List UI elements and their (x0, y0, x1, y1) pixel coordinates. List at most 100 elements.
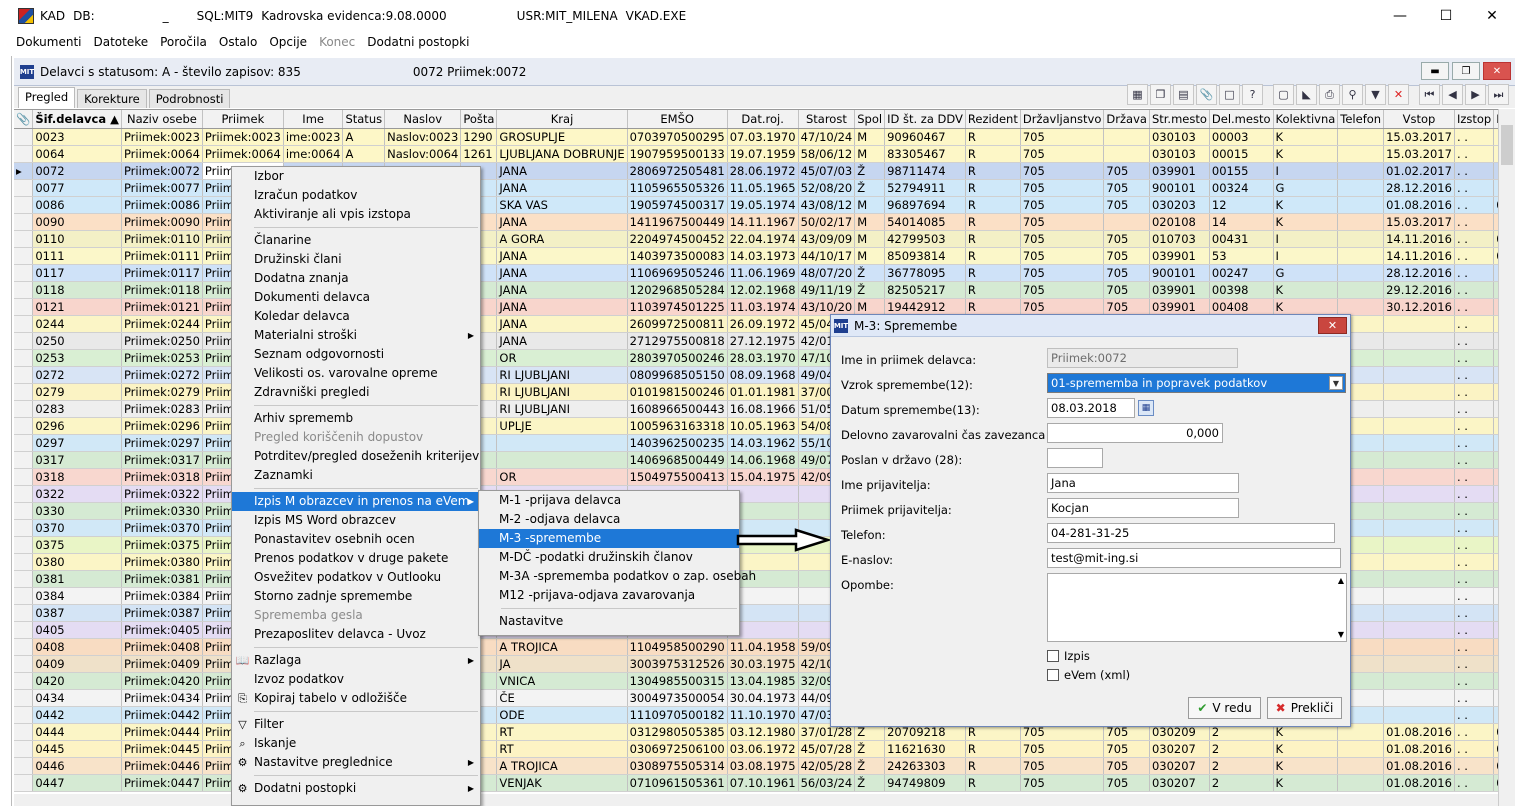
table-cell[interactable] (1383, 672, 1455, 690)
table-cell[interactable]: 900101 (1149, 179, 1210, 197)
table-cell[interactable]: ime:0023 (283, 128, 344, 146)
table-cell[interactable]: . . (1454, 621, 1495, 639)
table-cell[interactable]: 0118 (32, 281, 122, 299)
table-cell[interactable] (496, 434, 628, 452)
table-cell[interactable]: 0111 (32, 247, 122, 265)
table-cell[interactable]: 52/08/20 (798, 179, 856, 197)
table-cell[interactable]: K (1273, 774, 1339, 792)
table-cell[interactable]: M (854, 145, 886, 163)
table-cell[interactable]: . . (1454, 349, 1495, 367)
table-cell[interactable]: 1103974501225 (627, 298, 728, 316)
table-cell[interactable]: Ž (854, 281, 886, 299)
table-cell[interactable]: 43/10/20 (798, 298, 856, 316)
table-cell[interactable]: Priimek:0090 (121, 213, 203, 231)
table-cell[interactable]: 1403973500083 (627, 247, 728, 265)
table-cell[interactable]: 28.12.2016 (1383, 179, 1455, 197)
table-cell[interactable]: 020108 (1149, 213, 1210, 231)
table-cell[interactable]: . . (1454, 485, 1495, 503)
table-cell[interactable] (1337, 740, 1385, 758)
table-cell[interactable]: K (1273, 757, 1339, 775)
menu-item[interactable]: Velikosti os. varovalne opreme (232, 364, 480, 383)
table-cell[interactable] (1103, 145, 1150, 163)
table-cell[interactable]: Priimek:0111 (121, 247, 203, 265)
vertical-scrollbar[interactable] (1498, 109, 1515, 806)
menu-item[interactable]: Družinski člani (232, 250, 480, 269)
table-cell[interactable]: 039901 (1149, 162, 1210, 180)
menu-item[interactable]: M-3 -spremembe (479, 529, 739, 548)
table-cell[interactable]: 0446 (32, 757, 122, 775)
row-indicator[interactable] (14, 281, 34, 299)
table-cell[interactable]: 00003 (1209, 128, 1274, 146)
previous-record-icon[interactable]: ◀ (1442, 84, 1463, 105)
table-cell[interactable]: 0370 (32, 519, 122, 537)
table-cell[interactable]: 3003975312526 (627, 655, 728, 673)
table-cell[interactable]: 0023 (32, 128, 122, 146)
table-cell[interactable]: I (1273, 162, 1339, 180)
table-cell[interactable]: 08.09.1968 (727, 366, 799, 384)
table-cell[interactable]: 00431 (1209, 230, 1274, 248)
table-cell[interactable]: 36778095 (884, 264, 966, 282)
table-cell[interactable]: 705 (1020, 757, 1105, 775)
table-cell[interactable]: 030207 (1149, 740, 1210, 758)
table-cell[interactable]: JANA (496, 264, 628, 282)
table-cell[interactable]: 030203 (1149, 196, 1210, 214)
table-cell[interactable]: 0250 (32, 332, 122, 350)
table-cell[interactable]: UPLJE (496, 417, 628, 435)
table-cell[interactable]: 0297 (32, 434, 122, 452)
table-cell[interactable]: Ž (854, 179, 886, 197)
menu-item[interactable]: M-2 -odjava delavca (479, 510, 739, 529)
table-cell[interactable]: . . (1454, 757, 1495, 775)
table-cell[interactable]: M (854, 298, 886, 316)
menu-datoteke[interactable]: Datoteke (93, 35, 148, 49)
table-cell[interactable]: R (965, 162, 1021, 180)
table-cell[interactable]: 900101 (1149, 264, 1210, 282)
table-cell[interactable]: JANA (496, 315, 628, 333)
menu-item[interactable]: Izvoz podatkov (232, 670, 480, 689)
table-cell[interactable]: 42799503 (884, 230, 966, 248)
table-cell[interactable]: . . (1454, 451, 1495, 469)
dialog-close-button[interactable]: ✕ (1318, 317, 1347, 334)
table-cell[interactable]: 0809968505150 (627, 366, 728, 384)
table-cell[interactable]: . . (1454, 383, 1495, 401)
table-cell[interactable]: 705 (1020, 179, 1105, 197)
row-indicator[interactable] (14, 417, 34, 435)
row-indicator[interactable] (14, 332, 34, 350)
menu-ostalo[interactable]: Ostalo (219, 35, 257, 49)
table-cell[interactable]: 1504975500413 (627, 468, 728, 486)
table-cell[interactable]: 54014085 (884, 213, 966, 231)
column-header[interactable]: Telefon (1337, 110, 1385, 129)
table-cell[interactable] (1337, 128, 1385, 146)
table-cell[interactable]: 03.12.1980 (727, 723, 799, 741)
next-record-icon[interactable]: ▶ (1465, 84, 1486, 105)
table-cell[interactable]: Priimek:0023 (202, 128, 284, 146)
calendar-icon[interactable]: ▦ (1138, 400, 1154, 416)
table-cell[interactable]: Priimek:0250 (121, 332, 203, 350)
table-cell[interactable]: 0072 (32, 162, 122, 180)
table-cell[interactable]: . . (1454, 162, 1495, 180)
table-cell[interactable]: 705 (1020, 230, 1105, 248)
column-header[interactable]: Šif.delavca ▲ (32, 110, 122, 129)
table-cell[interactable]: ime:0064 (283, 145, 344, 163)
table-cell[interactable]: M (854, 213, 886, 231)
menu-item[interactable]: Materialni stroški ▶ (232, 326, 480, 345)
menu-item[interactable]: Aktiviranje ali vpis izstopa (232, 205, 480, 224)
table-cell[interactable]: Priimek:0330 (121, 502, 203, 520)
row-indicator[interactable] (14, 247, 34, 265)
table-cell[interactable]: Priimek:0077 (121, 179, 203, 197)
table-cell[interactable]: 28.06.1972 (727, 162, 799, 180)
table-cell[interactable]: Priimek:0283 (121, 400, 203, 418)
menu-item[interactable]: M-1 -prijava delavca (479, 491, 739, 510)
table-cell[interactable]: 705 (1020, 213, 1105, 231)
menu-opcije[interactable]: Opcije (269, 35, 307, 49)
table-cell[interactable]: 14.03.1973 (727, 247, 799, 265)
table-cell[interactable]: 49/11/19 (798, 281, 856, 299)
row-indicator[interactable] (14, 213, 34, 231)
table-cell[interactable]: R (965, 281, 1021, 299)
table-cell[interactable]: 705 (1020, 774, 1105, 792)
table-cell[interactable]: 2803970500246 (627, 349, 728, 367)
table-cell[interactable] (1337, 179, 1385, 197)
table-cell[interactable]: 0409 (32, 655, 122, 673)
table-cell[interactable]: 0447 (32, 774, 122, 792)
menu-item[interactable]: 📖 Razlaga ▶ (232, 651, 480, 670)
menu-item[interactable]: ⚙ Dodatni postopki ▶ (232, 779, 480, 798)
